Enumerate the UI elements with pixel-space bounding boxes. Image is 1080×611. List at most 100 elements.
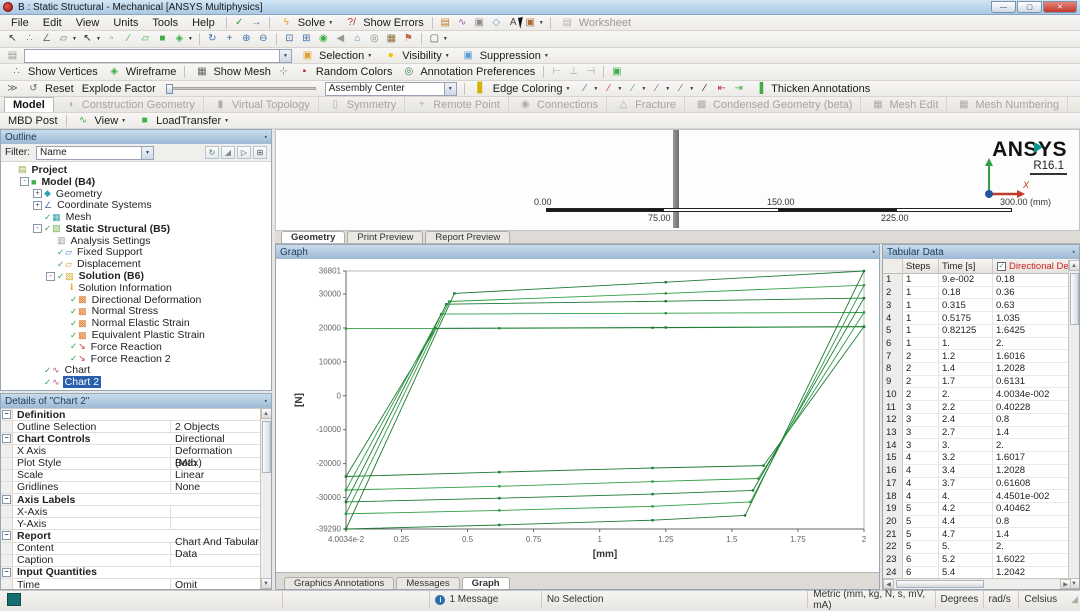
charts-icon[interactable]: ∿	[455, 16, 470, 30]
suppression-dropdown[interactable]: ▣ Suppression ▼	[456, 49, 555, 63]
iso-view-icon[interactable]: ⌂	[350, 32, 365, 46]
time-cell[interactable]: 2.4	[939, 413, 993, 427]
time-cell[interactable]: 1.2	[939, 350, 993, 364]
row-index-cell[interactable]: 12	[883, 413, 903, 427]
row-index-cell[interactable]: 17	[883, 477, 903, 491]
table-row[interactable]: 14 3 3. 2.	[883, 439, 1071, 453]
status-angle-unit[interactable]: Degrees	[936, 591, 984, 608]
reset-button[interactable]: ↺ Reset	[21, 82, 78, 96]
details-value[interactable]: Directional Deformation (Max)	[171, 433, 260, 469]
tab-geometry[interactable]: Geometry	[281, 231, 346, 243]
tree-item-normal-elastic-strain[interactable]: ✓ ▩ Normal Elastic Strain	[3, 317, 271, 329]
collapse-icon[interactable]: -	[46, 271, 55, 281]
deformation-cell[interactable]: 1.4	[993, 528, 1071, 542]
tag-icon[interactable]: ⚑	[401, 32, 416, 46]
steps-cell[interactable]: 4	[903, 464, 939, 478]
expand-icon[interactable]: +	[33, 200, 42, 210]
named-selection-icon[interactable]: ▤	[5, 49, 20, 63]
steps-cell[interactable]: 4	[903, 452, 939, 465]
measure-z-icon[interactable]: ⊣	[583, 65, 598, 79]
apply-check-icon[interactable]: ✓	[232, 16, 247, 30]
table-row[interactable]: 12 3 2.4 0.8	[883, 413, 1071, 427]
select-mode-icon[interactable]: ▱	[56, 32, 71, 46]
tree-item-solution-information[interactable]: ℹ Solution Information	[3, 282, 271, 294]
details-row-caption[interactable]: Caption	[1, 554, 260, 567]
edge-style-3-icon[interactable]: ∕	[625, 82, 640, 96]
zoom-out-icon[interactable]: ⊖	[256, 32, 271, 46]
tab-report-preview[interactable]: Report Preview	[425, 231, 511, 243]
random-colors-button[interactable]: ▪ Random Colors	[292, 65, 396, 79]
collapse-icon[interactable]: -	[33, 224, 42, 234]
checkbox-checked-icon[interactable]: ✓	[997, 261, 1006, 271]
row-index-cell[interactable]: 9	[883, 375, 903, 389]
time-cell[interactable]: 4.	[939, 490, 993, 503]
edge-filter-icon[interactable]: ∕	[121, 32, 136, 46]
scroll-thumb[interactable]	[896, 580, 984, 588]
named-selection-combo[interactable]: ▼	[24, 48, 292, 63]
tree-item-displacement[interactable]: ✓ ▱ Displacement	[3, 258, 271, 270]
steps-cell[interactable]: 1	[903, 312, 939, 325]
tree-item-coordinate-systems[interactable]: + ∠ Coordinate Systems	[3, 199, 271, 211]
selection-dropdown[interactable]: ▣ Selection ▼	[295, 49, 378, 63]
details-row-y-axis[interactable]: Y-Axis	[1, 518, 260, 531]
table-row[interactable]: 22 5 5. 2.	[883, 541, 1071, 554]
menu-units[interactable]: Units	[106, 17, 145, 29]
row-index-cell[interactable]: 10	[883, 388, 903, 402]
menu-file[interactable]: File	[4, 17, 36, 29]
deformation-cell[interactable]: 0.61608	[993, 477, 1071, 491]
time-cell[interactable]: 3.2	[939, 452, 993, 465]
row-index-cell[interactable]: 7	[883, 350, 903, 364]
box-zoom-icon[interactable]: ⊡	[282, 32, 297, 46]
time-cell[interactable]: 2.7	[939, 426, 993, 440]
tabular-col-steps[interactable]: Steps	[903, 259, 939, 273]
new-section-icon[interactable]: ▤	[438, 16, 453, 30]
tree-item-equivalent-plastic-strain[interactable]: ✓ ▩ Equivalent Plastic Strain	[3, 329, 271, 341]
time-cell[interactable]: 4.7	[939, 528, 993, 542]
row-index-cell[interactable]: 6	[883, 337, 903, 351]
time-cell[interactable]: 9.e-002	[939, 274, 993, 287]
explode-factor-slider[interactable]	[165, 82, 316, 96]
visibility-dropdown[interactable]: ● Visibility ▼	[378, 49, 455, 63]
table-row[interactable]: 21 5 4.7 1.4	[883, 528, 1071, 542]
details-row-outline-selection[interactable]: Outline Selection 2 Objects	[1, 421, 260, 434]
deformation-cell[interactable]: 2.	[993, 337, 1071, 351]
row-index-cell[interactable]: 16	[883, 464, 903, 478]
clean-droplet-icon[interactable]: ◇	[489, 16, 504, 30]
table-row[interactable]: 2 1 0.18 0.36	[883, 286, 1071, 300]
deformation-cell[interactable]: 0.6131	[993, 375, 1071, 389]
extend-selection-icon[interactable]: ◈	[172, 32, 187, 46]
resize-grip[interactable]: ◢	[1071, 594, 1080, 605]
deformation-cell[interactable]: 2.	[993, 541, 1071, 554]
status-temperature-unit[interactable]: Celsius	[1019, 591, 1071, 608]
time-cell[interactable]: 5.2	[939, 553, 993, 567]
thicken-annotations-button[interactable]: ▐ Thicken Annotations	[747, 82, 874, 96]
row-index-cell[interactable]: 20	[883, 515, 903, 529]
table-row[interactable]: 5 1 0.82125 1.6425	[883, 324, 1071, 338]
time-cell[interactable]: 2.2	[939, 401, 993, 414]
deformation-cell[interactable]: 0.8	[993, 413, 1071, 427]
deformation-cell[interactable]: 1.4	[993, 426, 1071, 440]
details-row-scale[interactable]: Scale Linear	[1, 469, 260, 482]
edge-style-1-icon[interactable]: ∕	[577, 82, 592, 96]
edge-style-5-icon[interactable]: ∕	[673, 82, 688, 96]
select-info-icon[interactable]: ∴	[22, 32, 37, 46]
maximize-button[interactable]: ▢	[1017, 1, 1042, 13]
pin-icon[interactable]: ▪	[265, 398, 267, 405]
next-step-icon[interactable]: →	[249, 16, 264, 30]
face-filter-icon[interactable]: ▱	[138, 32, 153, 46]
edge-direction-icon[interactable]: ∕	[697, 82, 712, 96]
time-cell[interactable]: 1.7	[939, 375, 993, 389]
table-row[interactable]: 16 4 3.4 1.2028	[883, 464, 1071, 478]
select-label-icon[interactable]: ∠	[39, 32, 54, 46]
deformation-cell[interactable]: 0.40462	[993, 502, 1071, 516]
tree-item-force-reaction[interactable]: ✓ ↘ Force Reaction	[3, 341, 271, 353]
viewports-icon[interactable]: ▢	[427, 32, 442, 46]
table-row[interactable]: 19 5 4.2 0.40462	[883, 502, 1071, 516]
time-cell[interactable]: 3.7	[939, 477, 993, 491]
steps-cell[interactable]: 3	[903, 439, 939, 453]
collapse-icon[interactable]: −	[2, 434, 11, 444]
row-index-cell[interactable]: 4	[883, 312, 903, 325]
tree-item-analysis-settings[interactable]: ▥ Analysis Settings	[3, 235, 271, 247]
tabular-horizontal-scrollbar[interactable]: ◀ ▶	[883, 578, 1071, 589]
manage-views-icon[interactable]: ▦	[384, 32, 399, 46]
